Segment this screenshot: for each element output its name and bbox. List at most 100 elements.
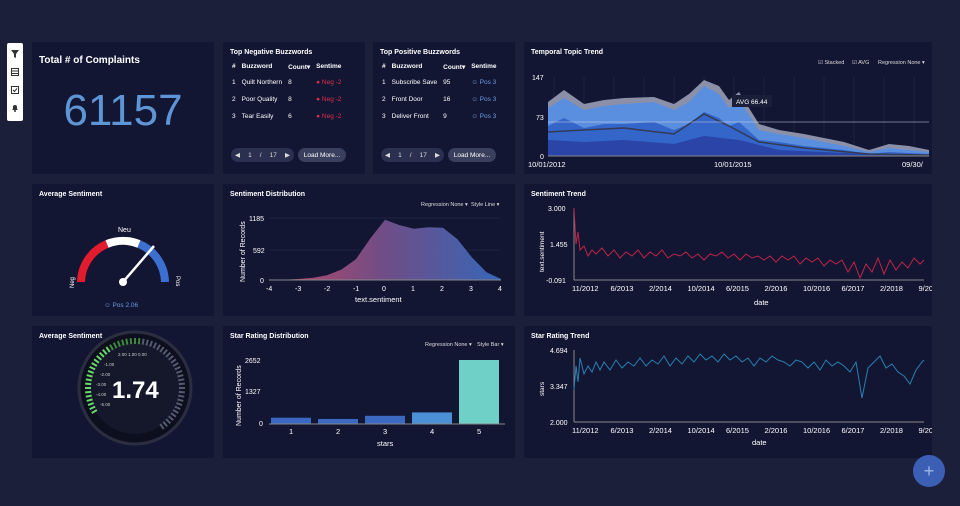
sort-down-icon: ▾ xyxy=(306,63,311,71)
next-page-icon[interactable]: ▶ xyxy=(435,151,440,159)
positive-buzzwords-title: Top Positive Buzzwords xyxy=(380,49,460,56)
pager-current: 1 xyxy=(248,151,252,159)
gauge-neg-label: Neg xyxy=(70,277,76,288)
table-row[interactable]: 3 Tear Easily 6 ● Neg -2 xyxy=(229,108,344,125)
x-axis-label: date xyxy=(754,298,769,307)
x-tick: -2 xyxy=(324,286,330,293)
avg-sentiment-panel: Average Sentiment Neu Neg Pos ☺ Pos 2.06 xyxy=(32,184,214,316)
x-tick: 3 xyxy=(383,427,387,436)
sentiment-distribution-panel: Sentiment Distribution Regression None ▾… xyxy=(223,184,515,316)
prev-page-icon[interactable]: ◀ xyxy=(385,151,390,159)
bar-star-3[interactable] xyxy=(365,415,405,424)
y-tick: 4.694 xyxy=(550,348,568,355)
x-tick: 9/20 xyxy=(919,426,933,435)
gauge-neu-label: Neu xyxy=(118,227,131,234)
negative-dot-icon: ● xyxy=(316,79,321,86)
temporal-trend-chart: AVG 66.44 147 73 0 10/01/2012 10/01/2015… xyxy=(528,75,930,169)
positive-smile-icon: ☺ xyxy=(104,302,111,309)
x-tick: 2 xyxy=(440,286,444,293)
y-tick: 1185 xyxy=(249,216,264,223)
add-widget-button[interactable]: + xyxy=(913,455,945,487)
col-buzzword[interactable]: Buzzword xyxy=(239,59,285,74)
filter-icon[interactable] xyxy=(11,50,19,58)
x-tick: 2 xyxy=(336,427,340,436)
x-tick: 10/2016 xyxy=(803,426,830,435)
x-tick: 6/2015 xyxy=(726,284,749,293)
dial-tick-label: 1.00 xyxy=(128,352,137,357)
x-tick: 9/20 xyxy=(919,284,933,293)
total-complaints-value: 61157 xyxy=(63,86,183,135)
pager-total: 17 xyxy=(419,151,427,159)
col-count[interactable]: Count▾ xyxy=(440,59,468,74)
x-tick: 09/30/ xyxy=(902,160,924,169)
x-tick: 4 xyxy=(430,427,434,436)
pager-separator: / xyxy=(259,151,262,159)
prev-page-icon[interactable]: ◀ xyxy=(235,151,240,159)
y-tick: 2652 xyxy=(245,358,261,365)
y-tick: 1.455 xyxy=(550,242,568,249)
x-tick: 10/2016 xyxy=(803,284,830,293)
next-page-icon[interactable]: ▶ xyxy=(285,151,290,159)
pager-current: 1 xyxy=(398,151,402,159)
bar-star-4[interactable] xyxy=(412,412,452,424)
col-count[interactable]: Count▾ xyxy=(285,59,313,74)
x-tick: 4 xyxy=(498,286,502,293)
row-count: 6 xyxy=(288,113,292,120)
star-distribution-panel: Star Rating Distribution Regression None… xyxy=(223,326,515,458)
row-buzzword: Subscribe Save xyxy=(391,79,438,86)
x-tick: 1 xyxy=(411,286,415,293)
x-tick: 10/01/2012 xyxy=(528,160,566,169)
row-sentiment: ● Neg -2 xyxy=(316,79,342,86)
x-tick: 2/2018 xyxy=(880,426,903,435)
table-row[interactable]: 2 Poor Quality 8 ● Neg -2 xyxy=(229,91,344,108)
x-tick: 2/2014 xyxy=(649,426,672,435)
table-icon[interactable] xyxy=(11,68,19,76)
x-tick: 2/2018 xyxy=(880,284,903,293)
avg-label: AVG 66.44 xyxy=(736,99,768,106)
star-trend-panel: Star Rating Trend 4.694 3.347 2.000 star… xyxy=(524,326,932,458)
x-tick: 3 xyxy=(469,286,473,293)
x-tick: 10/2014 xyxy=(688,426,715,435)
negative-pager: ◀ 1 / 17 ▶ xyxy=(231,148,294,162)
row-count: 9 xyxy=(443,113,447,120)
x-tick: 5 xyxy=(477,427,481,436)
y-tick: 592 xyxy=(253,248,265,255)
sentiment-trend-chart: 3.000 1.455 -0.091 text.sentiment 11/201… xyxy=(539,206,933,307)
table-row[interactable]: 1 Quilt Northern 8 ● Neg -2 xyxy=(229,74,344,91)
checklist-icon[interactable] xyxy=(11,86,19,94)
col-rank: # xyxy=(232,63,236,70)
table-row[interactable]: 1 Subscribe Save 95 ☺ Pos 3 xyxy=(379,74,500,91)
row-buzzword: Poor Quality xyxy=(241,96,278,103)
col-buzzword[interactable]: Buzzword xyxy=(389,59,441,74)
row-rank: 1 xyxy=(382,79,386,86)
dial-tick-label: 0.00 xyxy=(138,352,147,357)
load-more-button[interactable]: Load More... xyxy=(448,148,496,162)
positive-smile-icon: ☺ xyxy=(471,79,478,86)
x-tick: 6/2017 xyxy=(842,426,865,435)
x-tick: 2/2014 xyxy=(649,284,672,293)
gauge-value: ☺ Pos 2.06 xyxy=(104,302,139,309)
row-buzzword: Quilt Northern xyxy=(241,79,283,86)
bar-star-1[interactable] xyxy=(271,417,311,424)
sentiment-gauge: Neu Neg Pos xyxy=(70,227,180,288)
row-sentiment: ● Neg -2 xyxy=(316,96,342,103)
negative-dot-icon: ● xyxy=(316,96,321,103)
gauge-needle xyxy=(122,245,155,283)
left-toolbar xyxy=(7,43,23,121)
y-tick: 147 xyxy=(532,75,544,82)
dial-tick-label: -1.00 xyxy=(104,362,115,367)
y-axis-label: Number of Records xyxy=(240,221,247,282)
col-sentiment[interactable]: Sentime xyxy=(313,59,344,74)
y-tick: -0.091 xyxy=(546,278,566,285)
table-row[interactable]: 2 Front Door 16 ☺ Pos 3 xyxy=(379,91,500,108)
load-more-button[interactable]: Load More... xyxy=(298,148,346,162)
negative-buzzwords-panel: Top Negative Buzzwords # Buzzword Count▾… xyxy=(223,42,365,174)
bell-icon[interactable] xyxy=(11,104,19,112)
row-rank: 2 xyxy=(232,96,236,103)
col-sentiment[interactable]: Sentime xyxy=(468,59,499,74)
table-row[interactable]: 3 Deliver Front 9 ☺ Pos 3 xyxy=(379,108,500,125)
row-sentiment: ☺ Pos 3 xyxy=(471,113,497,120)
x-tick: 6/2013 xyxy=(611,284,634,293)
bar-star-2[interactable] xyxy=(318,418,358,424)
bar-star-5[interactable] xyxy=(459,360,499,424)
